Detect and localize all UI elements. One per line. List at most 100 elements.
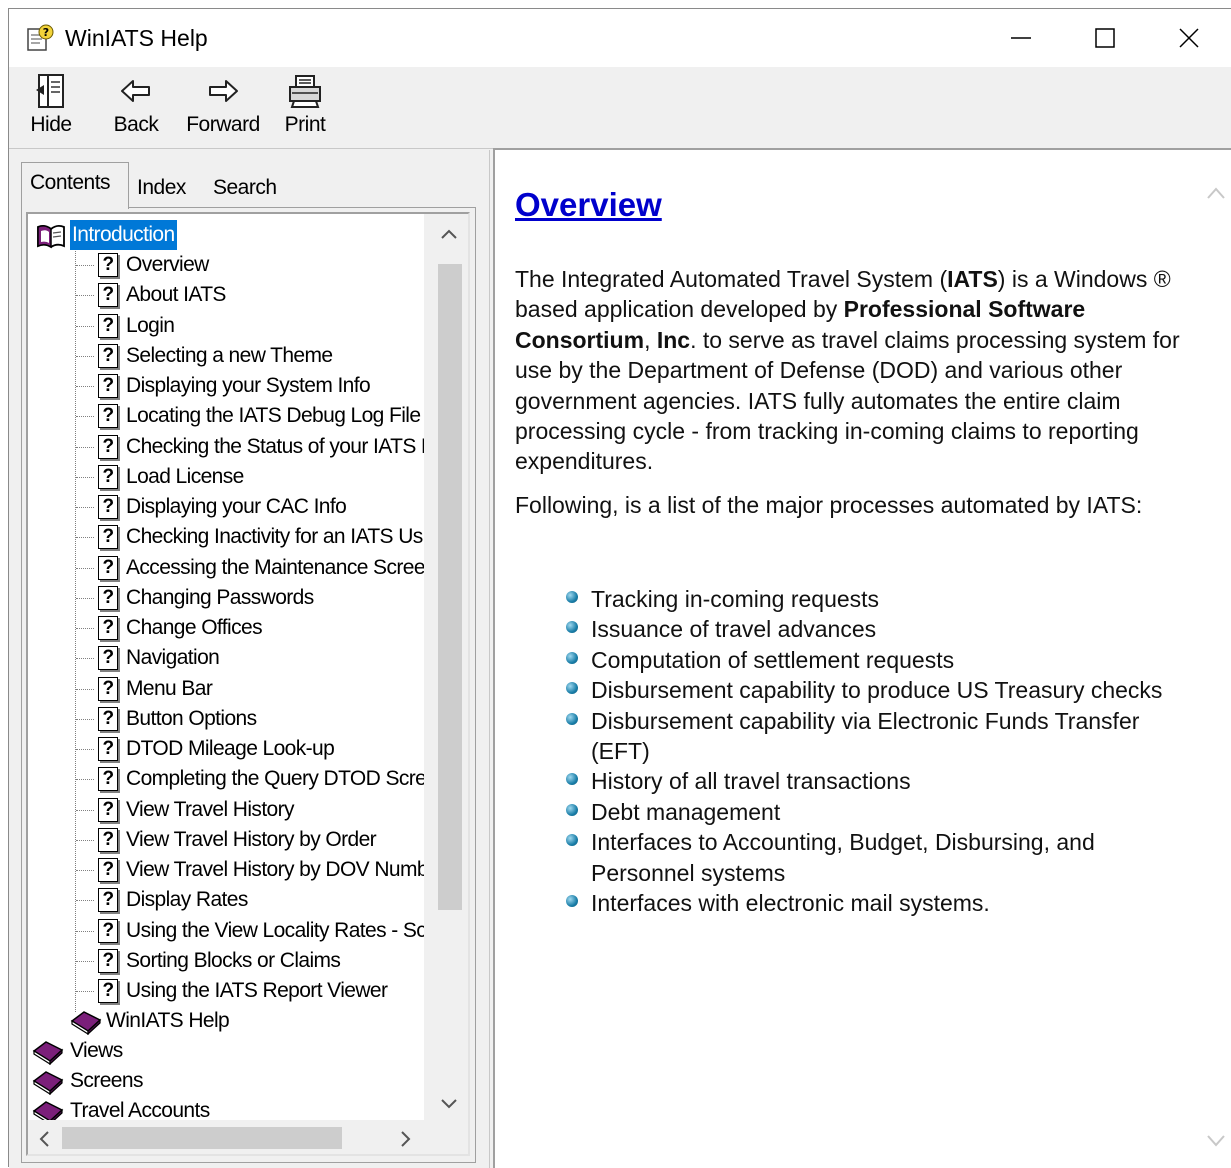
help-topic-icon: ? <box>98 888 118 913</box>
tree-item-label: Introduction <box>69 219 178 251</box>
tab-contents-label: Contents <box>30 171 111 194</box>
scroll-up-icon[interactable] <box>1206 186 1226 200</box>
forward-label: Forward <box>186 113 260 136</box>
tree-vertical-scrollbar[interactable] <box>424 214 468 1120</box>
list-item-text: Computation of settlement requests <box>591 646 955 673</box>
bullet-icon <box>566 834 578 847</box>
tree-connector <box>76 628 94 629</box>
tree-connector <box>76 476 94 478</box>
tree-item-view-travel-history[interactable]: ? View Travel History <box>76 795 424 825</box>
tree-item-dtod-mileage-look-up[interactable]: ? DTOD Mileage Look-up <box>76 734 424 764</box>
bullet-icon <box>566 621 578 634</box>
help-topic-icon: ? <box>98 464 118 489</box>
help-topic-icon: ? <box>98 797 118 822</box>
tab-contents[interactable]: Contents <box>21 162 129 209</box>
tree-item-view-travel-history-by-dov-numbe[interactable]: ? View Travel History by DOV Numbe <box>76 855 424 885</box>
tree-connector <box>76 688 94 690</box>
maximize-button[interactable] <box>1063 9 1147 67</box>
tree-connector <box>76 325 94 327</box>
tab-search[interactable]: Search <box>205 168 289 208</box>
print-button[interactable]: Print <box>277 73 333 145</box>
forward-arrow-icon <box>209 80 238 102</box>
list-item: Disbursement capability via Electronic F… <box>561 706 1201 767</box>
vertical-scroll-thumb[interactable] <box>438 264 462 910</box>
help-topic-icon: ? <box>98 858 118 882</box>
tree-item-using-the-view-locality-rates-scr[interactable]: ? Using the View Locality Rates - Scr <box>76 916 424 946</box>
tree-item-menu-bar[interactable]: ? Menu Bar <box>76 674 424 704</box>
tree-item-introduction[interactable]: Introduction <box>36 219 416 251</box>
tree-item-button-options[interactable]: ? Button Options <box>76 704 424 734</box>
help-topic-icon: ? <box>98 979 118 1003</box>
tree-item-display-rates[interactable]: ? Display Rates <box>76 885 424 915</box>
window-title: WinIATS Help <box>65 25 208 51</box>
bullet-icon <box>566 682 578 695</box>
topic-content-pane: Overview The Integrated Automated Travel… <box>493 148 1231 1168</box>
tree-item-displaying-your-system-info[interactable]: ? Displaying your System Info <box>76 371 424 401</box>
tree-item-navigation[interactable]: ? Navigation <box>76 643 424 673</box>
tree-item-about-iats[interactable]: ? About IATS <box>76 280 424 310</box>
tab-index[interactable]: Index <box>129 168 205 208</box>
help-topic-icon: ? <box>98 706 118 731</box>
tree-item-load-license[interactable]: ? Load License <box>76 462 424 492</box>
tree-connector <box>76 839 94 841</box>
close-button[interactable] <box>1147 9 1231 67</box>
back-button[interactable]: Back <box>105 73 167 145</box>
tree-item-sorting-blocks-or-claims[interactable]: ? Sorting Blocks or Claims <box>76 946 424 976</box>
list-item: Interfaces to Accounting, Budget, Disbur… <box>561 827 1201 888</box>
bullet-icon <box>566 712 578 725</box>
scroll-left-icon[interactable] <box>38 1130 50 1148</box>
tree-item-travel-accounts[interactable]: Travel Accounts <box>32 1096 412 1120</box>
tree-item-login[interactable]: ? Login <box>76 311 424 341</box>
tree-connector <box>76 537 94 539</box>
tree-connector <box>76 718 94 720</box>
tree-item-winiats-help[interactable]: WinIATS Help <box>68 1006 418 1036</box>
bullet-icon <box>566 773 578 786</box>
closed-book-icon <box>32 1041 64 1065</box>
tree-item-accessing-the-maintenance-screen[interactable]: ? Accessing the Maintenance Screen <box>76 553 424 583</box>
tree-item-views[interactable]: Views <box>32 1036 412 1066</box>
tree-item-changing-passwords[interactable]: ? Changing Passwords <box>76 583 424 613</box>
hide-label: Hide <box>30 113 72 136</box>
tree-item-displaying-your-cac-info[interactable]: ? Displaying your CAC Info <box>76 492 424 522</box>
tree-item-completing-the-query-dtod-scree[interactable]: ? Completing the Query DTOD Scree <box>76 764 424 794</box>
hide-button[interactable]: Hide <box>23 73 79 145</box>
help-topic-icon: ? <box>98 404 118 429</box>
tree-item-label: Menu Bar <box>126 676 213 700</box>
tree-item-label: Login <box>126 313 175 337</box>
tree-connector <box>76 658 94 660</box>
tree-connector <box>76 295 94 297</box>
tree-horizontal-scrollbar[interactable] <box>28 1120 424 1154</box>
tree-item-selecting-a-new-theme[interactable]: ? Selecting a new Theme <box>76 341 424 371</box>
tree-connector <box>76 507 94 508</box>
tree-item-checking-inactivity-for-an-iats-us[interactable]: ? Checking Inactivity for an IATS Us <box>76 522 424 552</box>
help-topic-icon: ? <box>98 676 118 701</box>
help-topic-icon: ? <box>98 737 118 761</box>
title-bar: ? WinIATS Help <box>9 9 1231 67</box>
print-label: Print <box>284 113 326 136</box>
scroll-up-icon[interactable] <box>440 228 458 240</box>
tree-item-using-the-iats-report-viewer[interactable]: ? Using the IATS Report Viewer <box>76 976 424 1006</box>
tree-item-overview[interactable]: ? Overview <box>76 250 424 280</box>
scroll-down-icon[interactable] <box>440 1098 458 1110</box>
tree-item-label: Using the View Locality Rates - Scr <box>126 918 424 942</box>
bullet-icon <box>566 591 578 603</box>
tree-item-label: Using the IATS Report Viewer <box>126 979 388 1002</box>
closed-book-icon <box>32 1071 64 1095</box>
help-topic-icon: ? <box>98 313 118 338</box>
forward-button[interactable]: Forward <box>181 73 265 145</box>
list-item: Debt management <box>561 797 1201 827</box>
minimize-button[interactable] <box>979 9 1063 67</box>
tree-item-checking-the-status-of-your-iats-l[interactable]: ? Checking the Status of your IATS L <box>76 432 424 462</box>
tree-item-label: DTOD Mileage Look-up <box>126 737 335 760</box>
tree-item-view-travel-history-by-order[interactable]: ? View Travel History by Order <box>76 825 424 855</box>
tree-item-change-offices[interactable]: ? Change Offices <box>76 613 424 643</box>
list-item-text: Issuance of travel advances <box>591 616 877 643</box>
scroll-down-icon[interactable] <box>1206 1134 1226 1148</box>
tree-item-screens[interactable]: Screens <box>32 1066 412 1096</box>
tree-item-locating-the-iats-debug-log-file[interactable]: ? Locating the IATS Debug Log File <box>76 401 424 431</box>
toolbar: Hide Back Forward Print <box>9 67 1231 149</box>
tree-connector <box>76 930 94 932</box>
tree-connector <box>76 809 94 811</box>
horizontal-scroll-thumb[interactable] <box>62 1127 342 1149</box>
scroll-right-icon[interactable] <box>400 1130 412 1148</box>
